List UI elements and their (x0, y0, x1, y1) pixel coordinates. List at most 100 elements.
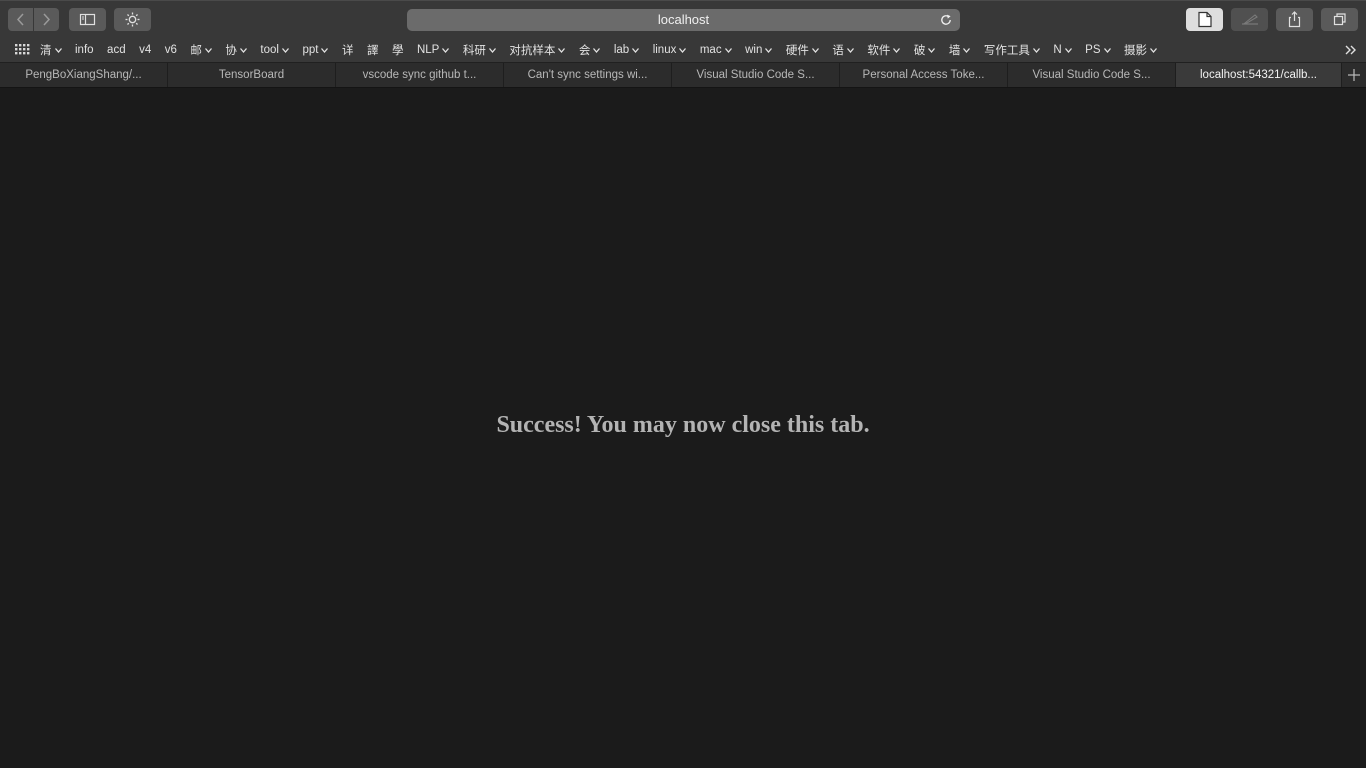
chevron-down-icon (1064, 47, 1072, 53)
bookmark-item[interactable]: 硬件 (786, 38, 819, 62)
tab-active[interactable]: localhost:54321/callb... (1176, 63, 1342, 87)
bookmark-label: tool (260, 44, 279, 56)
chevron-down-icon (1103, 47, 1111, 53)
bookmark-item[interactable]: 科研 (463, 38, 496, 62)
bookmark-label: linux (652, 44, 677, 56)
bookmark-item[interactable]: 会 (579, 38, 601, 62)
tab-overview-icon (1333, 13, 1346, 26)
tab[interactable]: Visual Studio Code S... (672, 63, 840, 87)
share-button[interactable] (1276, 8, 1313, 31)
chevron-down-icon (488, 47, 496, 53)
pencil-icon (1242, 14, 1258, 25)
chevron-down-icon (632, 47, 640, 53)
chevron-down-icon (239, 47, 247, 53)
bookmark-label: 墙 (948, 45, 961, 57)
bookmark-label: 破 (913, 45, 926, 57)
grid-icon[interactable] (15, 44, 31, 56)
bookmarks-bar: 清 info acd v4 v6 邮 协 tool ppt 详譯學 NLP 科研 对抗样本 会 lab lin… (0, 38, 1366, 62)
new-tab-button[interactable] (1342, 63, 1366, 87)
bookmark-item[interactable]: 详 (342, 38, 354, 62)
double-chevron-right-icon (1345, 45, 1356, 55)
back-button[interactable] (8, 8, 33, 31)
bookmark-item[interactable]: win (745, 38, 773, 62)
bookmark-item[interactable]: 写作工具 (984, 38, 1040, 62)
sun-icon (125, 12, 140, 27)
chevron-down-icon (558, 47, 566, 53)
tab[interactable]: Can't sync settings wi... (504, 63, 672, 87)
chevron-down-icon (963, 47, 971, 53)
bookmark-item[interactable]: NLP (417, 38, 450, 62)
bookmark-item[interactable]: v4 (139, 38, 151, 62)
bookmark-label: v6 (164, 44, 177, 56)
bookmark-label: 譯 (366, 45, 379, 57)
extension-button[interactable] (114, 8, 151, 31)
chevron-left-icon (16, 13, 24, 26)
reload-icon[interactable] (938, 12, 954, 28)
chevron-down-icon (893, 47, 901, 53)
chevron-right-icon (43, 13, 51, 26)
chevron-down-icon (593, 47, 601, 53)
bookmark-label: 硬件 (785, 45, 809, 57)
bookmark-label: 科研 (462, 45, 486, 57)
plus-icon (1348, 69, 1360, 81)
url-text[interactable]: localhost (407, 9, 960, 31)
browser-window: localhost 清 info acd v4 v6 邮 协 tool ppt … (0, 0, 1366, 768)
bookmark-item[interactable]: 对抗样本 (509, 38, 566, 62)
markup-button[interactable] (1231, 8, 1268, 31)
toolbar: localhost (0, 0, 1366, 38)
bookmark-item[interactable]: lab (614, 38, 640, 62)
bookmark-item[interactable]: N (1053, 38, 1072, 62)
bookmark-item[interactable]: info (75, 38, 94, 62)
sidebar-button[interactable] (69, 8, 106, 31)
bookmark-item[interactable]: 摄影 (1124, 38, 1157, 62)
chevron-down-icon (281, 47, 289, 53)
bookmark-label: 清 (40, 45, 52, 57)
chevron-down-icon (846, 47, 854, 53)
tab[interactable]: PengBoXiangShang/... (0, 63, 168, 87)
bookmark-label: 会 (578, 45, 591, 57)
bookmark-item[interactable]: 软件 (867, 38, 901, 62)
share-icon (1288, 11, 1301, 28)
chevron-down-icon (204, 47, 212, 53)
bookmark-item[interactable]: mac (700, 38, 732, 62)
tab[interactable]: TensorBoard (168, 63, 336, 87)
chevron-down-icon (928, 47, 936, 53)
tab[interactable]: vscode sync github t... (336, 63, 504, 87)
bookmark-label: 协 (225, 45, 237, 57)
bookmarks-overflow-button[interactable] (1344, 43, 1358, 61)
bookmark-label: PS (1085, 44, 1101, 56)
bookmark-item[interactable]: 學 (392, 38, 404, 62)
bookmark-item[interactable]: 譯 (367, 38, 379, 62)
bookmark-item[interactable]: linux (653, 38, 687, 62)
bookmark-item[interactable]: v6 (165, 38, 177, 62)
tab-overview-button[interactable] (1321, 8, 1358, 31)
bookmark-item[interactable]: 清 (40, 38, 62, 62)
bookmark-item[interactable]: 邮 (190, 38, 212, 62)
bookmark-label: 对抗样本 (509, 45, 556, 57)
chevron-down-icon (811, 47, 819, 53)
bookmark-label: info (75, 44, 94, 56)
forward-button[interactable] (34, 8, 59, 31)
bookmark-item[interactable]: 破 (914, 38, 936, 62)
bookmark-item[interactable]: acd (107, 38, 126, 62)
sidebar-icon (79, 13, 96, 26)
bookmark-label: 學 (391, 45, 404, 57)
address-bar[interactable]: localhost (407, 9, 960, 31)
bookmark-item[interactable]: 语 (832, 38, 854, 62)
bookmark-label: mac (699, 44, 722, 56)
bookmark-item[interactable]: tool (260, 38, 289, 62)
chevron-down-icon (724, 47, 732, 53)
bookmark-label: ppt (302, 44, 319, 56)
tab[interactable]: Personal Access Toke... (840, 63, 1008, 87)
tab[interactable]: Visual Studio Code S... (1008, 63, 1176, 87)
bookmark-label: win (745, 44, 763, 56)
bookmark-item[interactable]: PS (1085, 38, 1111, 62)
bookmark-label: acd (107, 44, 126, 56)
bookmark-item[interactable]: ppt (302, 38, 329, 62)
reader-button[interactable] (1186, 8, 1223, 31)
bookmarks-list: 清 info acd v4 v6 邮 协 tool ppt 详譯學 NLP 科研 对抗样本 会 lab lin… (40, 38, 1171, 62)
page-content: Success! You may now close this tab. (0, 88, 1366, 768)
bookmark-item[interactable]: 墙 (949, 38, 971, 62)
bookmark-label: 软件 (867, 45, 891, 57)
bookmark-item[interactable]: 协 (225, 38, 247, 62)
